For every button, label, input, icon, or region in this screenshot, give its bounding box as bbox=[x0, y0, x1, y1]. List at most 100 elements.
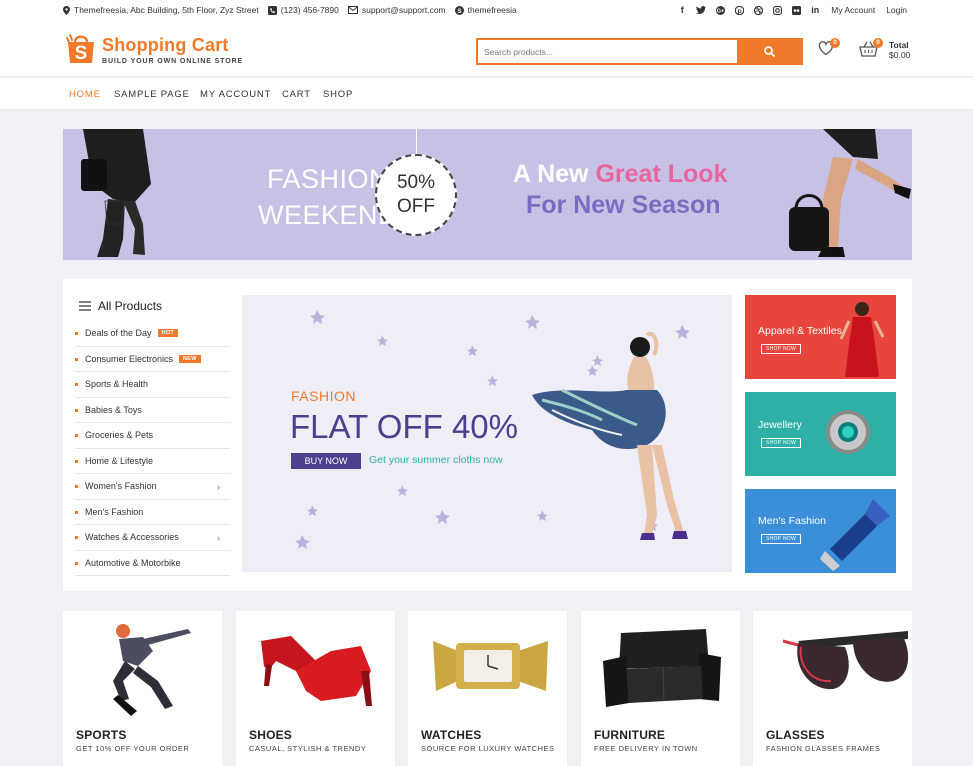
search-form bbox=[476, 38, 803, 65]
product-subtitle: SOURCE FOR LUXURY WATCHES bbox=[421, 744, 555, 753]
category-item[interactable]: Watches & Accessories › bbox=[75, 525, 230, 551]
cart-total-amount: $0.00 bbox=[889, 50, 911, 60]
banner-headline: A New Great Look bbox=[513, 160, 727, 189]
cart-count-badge: 0 bbox=[873, 38, 883, 48]
category-item[interactable]: Men's Fashion bbox=[75, 500, 230, 525]
site-title[interactable]: Shopping Cart bbox=[102, 35, 229, 56]
product-name: WATCHES bbox=[421, 728, 482, 742]
nav-sample-page[interactable]: SAMPLE PAGE bbox=[114, 89, 190, 100]
slider-headline: FLAT OFF 40% bbox=[290, 408, 519, 445]
bullet-icon bbox=[75, 332, 78, 335]
category-item[interactable]: Home & Lifestyle bbox=[75, 449, 230, 474]
promo-title: Apparel & Textiles bbox=[758, 325, 842, 337]
category-item[interactable]: Babies & Toys bbox=[75, 398, 230, 423]
phone-info[interactable]: (123) 456-7890 bbox=[267, 5, 339, 15]
bullet-icon bbox=[75, 510, 78, 514]
facebook-icon[interactable]: f bbox=[677, 5, 687, 15]
linkedin-icon[interactable]: in bbox=[810, 5, 820, 15]
category-item[interactable]: Sports & Health bbox=[75, 372, 230, 398]
product-name: SPORTS bbox=[76, 728, 127, 742]
bullet-icon bbox=[75, 383, 78, 386]
wishlist-count-badge: 0 bbox=[830, 38, 840, 48]
nav-my-account[interactable]: MY ACCOUNT bbox=[200, 89, 271, 100]
logo-bag-icon[interactable]: S bbox=[63, 30, 99, 66]
dribbble-icon[interactable] bbox=[753, 5, 763, 15]
logo-letter: S bbox=[75, 43, 88, 64]
nav-home[interactable]: HOME bbox=[69, 89, 101, 100]
category-item[interactable]: Automotive & Motorbike bbox=[75, 551, 230, 576]
pinterest-icon[interactable]: p bbox=[734, 5, 744, 15]
address-info: Themefreesia, Abc Building, 5th Floor, Z… bbox=[63, 5, 259, 15]
envelope-icon bbox=[347, 6, 358, 14]
google-plus-icon[interactable]: G+ bbox=[715, 5, 725, 15]
wishlist-button[interactable]: 0 bbox=[818, 38, 840, 59]
category-label: Groceries & Pets bbox=[85, 430, 154, 441]
banner-subheadline: For New Season bbox=[526, 191, 721, 219]
product-card-shoes[interactable]: SHOES CASUAL, STYLISH & TRENDY bbox=[236, 611, 395, 766]
dress-model-image bbox=[839, 302, 885, 377]
ring-image bbox=[826, 410, 870, 454]
product-subtitle: GET 10% OFF YOUR ORDER bbox=[76, 744, 190, 753]
product-card-watches[interactable]: WATCHES SOURCE FOR LUXURY WATCHES bbox=[408, 611, 567, 766]
svg-text:p: p bbox=[737, 8, 741, 15]
chevron-right-icon[interactable]: › bbox=[217, 482, 220, 492]
skype-info[interactable]: S themefreesia bbox=[454, 5, 517, 15]
main-navigation: HOME SAMPLE PAGE MY ACCOUNT CART SHOP bbox=[0, 77, 973, 110]
category-item[interactable]: Deals of the Day HOT bbox=[75, 321, 230, 347]
skype-icon: S bbox=[454, 5, 464, 15]
hero-slider[interactable]: FASHION FLAT OFF 40% BUY NOW Get your su… bbox=[242, 295, 732, 572]
promo-jewellery[interactable]: Jewellery SHOP NOW bbox=[745, 392, 896, 476]
top-bar: Themefreesia, Abc Building, 5th Floor, Z… bbox=[0, 0, 973, 22]
skateboarder-image bbox=[113, 624, 191, 716]
login-link[interactable]: Login bbox=[886, 5, 907, 15]
search-button[interactable] bbox=[737, 40, 801, 63]
product-card-glasses[interactable]: GLASSES FASHION GLASSES FRAMES bbox=[753, 611, 912, 766]
category-item[interactable]: Groceries & Pets bbox=[75, 423, 230, 449]
svg-text:S: S bbox=[457, 7, 462, 14]
discount-off: OFF bbox=[397, 196, 435, 217]
promo-title: Men's Fashion bbox=[758, 515, 826, 527]
promo-banner[interactable]: FASHION WEEKEND 50% OFF A New Great Look… bbox=[63, 129, 912, 260]
hot-badge: HOT bbox=[157, 329, 179, 338]
nav-shop[interactable]: SHOP bbox=[323, 89, 353, 100]
bullet-icon bbox=[75, 459, 78, 463]
my-account-link[interactable]: My Account bbox=[831, 5, 875, 15]
promo-apparel[interactable]: Apparel & Textiles SHOP NOW bbox=[745, 295, 896, 379]
search-input[interactable] bbox=[478, 40, 739, 63]
shop-now-button[interactable]: SHOP NOW bbox=[761, 438, 802, 448]
site-tagline: BUILD YOUR OWN ONLINE STORE bbox=[102, 58, 244, 65]
category-item[interactable]: Consumer Electronics NEW bbox=[75, 347, 230, 372]
product-card-furniture[interactable]: FURNITURE FREE DELIVERY IN TOWN bbox=[581, 611, 740, 766]
email-info[interactable]: support@support.com bbox=[347, 5, 446, 15]
new-badge: NEW bbox=[179, 354, 201, 363]
nav-cart[interactable]: CART bbox=[282, 89, 311, 100]
buy-now-button[interactable]: BUY NOW bbox=[291, 453, 361, 469]
product-subtitle: FASHION GLASSES FRAMES bbox=[766, 744, 881, 753]
sunglasses-image bbox=[782, 631, 909, 690]
product-name: FURNITURE bbox=[594, 728, 666, 742]
promo-mens-fashion[interactable]: Men's Fashion SHOP NOW bbox=[745, 489, 896, 573]
category-label: Women's Fashion bbox=[85, 481, 157, 492]
chevron-right-icon[interactable]: › bbox=[217, 533, 220, 543]
category-label: Watches & Accessories bbox=[85, 532, 179, 543]
all-products-label: All Products bbox=[98, 299, 163, 313]
category-item[interactable]: Women's Fashion › bbox=[75, 474, 230, 500]
product-card-sports[interactable]: SPORTS GET 10% OFF YOUR ORDER bbox=[63, 611, 222, 766]
slider-kicker: FASHION bbox=[291, 388, 356, 404]
cart-button[interactable]: 0 bbox=[859, 38, 883, 59]
bullet-icon bbox=[75, 408, 78, 412]
instagram-icon[interactable] bbox=[772, 5, 782, 15]
twitter-icon[interactable] bbox=[696, 5, 707, 15]
bullet-icon bbox=[75, 485, 78, 488]
all-products-heading[interactable]: All Products bbox=[79, 299, 162, 313]
category-label: Men's Fashion bbox=[85, 506, 144, 517]
shop-now-button[interactable]: SHOP NOW bbox=[761, 344, 802, 354]
email-text: support@support.com bbox=[361, 5, 446, 15]
shop-now-button[interactable]: SHOP NOW bbox=[761, 534, 802, 544]
bullet-icon bbox=[75, 357, 78, 361]
flickr-icon[interactable] bbox=[791, 5, 801, 15]
product-subtitle: FREE DELIVERY IN TOWN bbox=[594, 744, 698, 753]
bullet-icon bbox=[75, 561, 78, 565]
phone-text: (123) 456-7890 bbox=[280, 5, 339, 15]
discount-circle: 50% OFF bbox=[375, 154, 457, 236]
